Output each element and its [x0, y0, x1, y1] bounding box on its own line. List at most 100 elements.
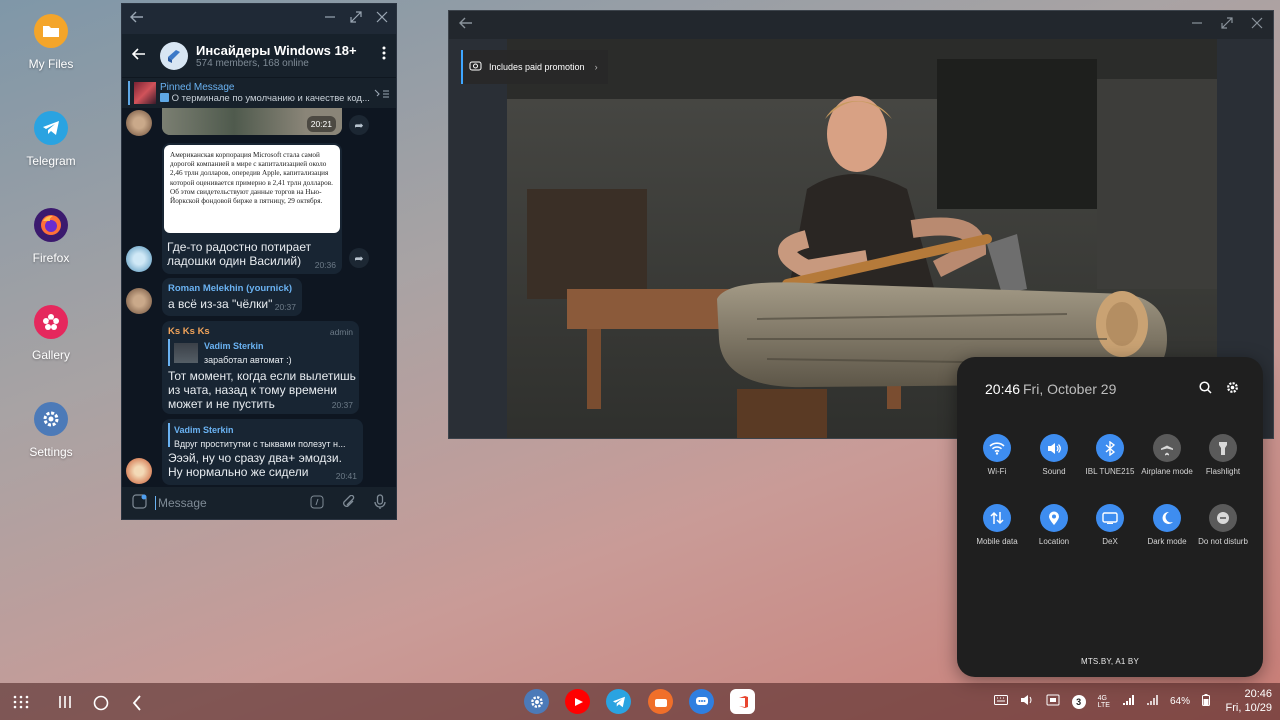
message-author[interactable]: Roman Melekhin (yournick)	[168, 282, 292, 296]
back-icon[interactable]	[132, 695, 142, 716]
taskbar-clock[interactable]: 20:46 Fri, 10/29	[1226, 687, 1272, 715]
user-avatar[interactable]	[126, 110, 152, 136]
window-titlebar[interactable]	[449, 11, 1273, 39]
tile-label: Sound	[1042, 467, 1066, 476]
taskbar-deliveryclub-icon[interactable]	[648, 689, 673, 714]
apps-grid-icon[interactable]	[13, 695, 29, 714]
reply-text: Вдруг проститутки с тыквами полезут н...	[174, 439, 346, 449]
user-avatar[interactable]	[126, 288, 152, 314]
sound-icon	[1040, 434, 1068, 462]
close-icon[interactable]	[376, 10, 388, 28]
pinned-message-bar[interactable]: Pinned Message О терминале по умолчанию …	[122, 77, 396, 108]
user-avatar[interactable]	[126, 246, 152, 272]
folder-icon	[34, 14, 68, 48]
window-titlebar[interactable]	[122, 4, 396, 34]
dnd-icon	[1209, 504, 1237, 532]
chevron-right-icon: ›	[594, 62, 598, 72]
paid-promotion-badge[interactable]: Includes paid promotion ›	[461, 50, 608, 84]
home-icon[interactable]	[93, 695, 109, 716]
message-input[interactable]: Message	[155, 496, 310, 510]
chat-avatar[interactable]	[160, 41, 188, 70]
message-bubble[interactable]: Ks Ks Ks admin Vadim Sterkin заработал а…	[162, 321, 359, 414]
clock-time: 20:46	[1244, 688, 1272, 700]
user-avatar[interactable]	[126, 458, 152, 484]
message-time: 20:21	[306, 116, 336, 132]
tile-bluetooth[interactable]: IBL TUNE215	[1082, 434, 1138, 477]
tile-airplane-mode[interactable]: Airplane mode	[1139, 434, 1195, 477]
maximize-icon[interactable]	[1221, 16, 1233, 34]
taskbar: 3 4G LTE 64% 20:46 Fri, 10/29	[0, 683, 1280, 720]
message-time: 20:37	[274, 302, 296, 312]
forward-icon[interactable]: ➦	[349, 115, 369, 135]
back-arrow-icon[interactable]	[459, 16, 473, 34]
command-icon[interactable]	[310, 495, 324, 512]
desktop-icon-label: My Files	[28, 57, 74, 71]
telegram-icon	[34, 111, 68, 145]
taskbar-youtube-icon[interactable]	[565, 689, 590, 714]
image-message[interactable]: 20:21	[162, 108, 342, 135]
taskbar-settings-icon[interactable]	[524, 689, 549, 714]
gear-icon[interactable]	[1226, 381, 1239, 399]
keyboard-icon[interactable]	[993, 695, 1008, 708]
tile-label: Flashlight	[1205, 467, 1241, 476]
sticker-icon[interactable]	[132, 494, 147, 512]
notification-count[interactable]: 3	[1071, 694, 1086, 709]
volume-icon[interactable]	[1020, 694, 1034, 709]
more-options-icon[interactable]	[382, 46, 386, 65]
admin-badge: admin	[329, 327, 353, 337]
flashlight-icon	[1209, 434, 1237, 462]
desktop-icon-gallery[interactable]: Gallery	[0, 305, 102, 362]
play-icon	[160, 93, 169, 102]
taskbar-telegram-icon[interactable]	[606, 689, 631, 714]
forward-icon[interactable]: ➦	[349, 248, 369, 268]
tile-label: Do not disturb	[1198, 537, 1248, 546]
tile-flashlight[interactable]: Flashlight	[1195, 434, 1251, 477]
tile-label: IBL TUNE215	[1085, 467, 1135, 476]
airplane-icon	[1153, 434, 1181, 462]
chat-title[interactable]: Инсайдеры Windows 18+	[196, 43, 357, 58]
desktop-icon-telegram[interactable]: Telegram	[0, 111, 102, 168]
attach-icon[interactable]	[342, 494, 356, 512]
reply-quote[interactable]: Vadim Sterkin Вдруг проститутки с тыквам…	[168, 423, 356, 449]
clock-date: Fri, 10/29	[1225, 702, 1272, 714]
message-list[interactable]: 20:21 ➦ Американская корпорация Microsof…	[122, 108, 396, 487]
microphone-icon[interactable]	[374, 494, 386, 512]
back-arrow-icon[interactable]	[131, 47, 146, 65]
tile-wifi[interactable]: Wi-Fi	[969, 434, 1025, 477]
tile-do-not-disturb[interactable]: Do not disturb	[1195, 504, 1251, 547]
promotion-icon	[469, 61, 482, 73]
taskbar-office-icon[interactable]	[730, 689, 755, 714]
minimize-icon[interactable]	[324, 10, 336, 28]
message-bubble[interactable]: Roman Melekhin (yournick) а всё из-за "ч…	[162, 278, 302, 316]
gear-icon	[34, 402, 68, 436]
screen-capture-icon[interactable]	[1046, 694, 1060, 709]
desktop-icon-settings[interactable]: Settings	[0, 402, 102, 459]
news-screenshot: Американская корпорация Microsoft стала …	[164, 145, 340, 233]
desktop-icon-firefox[interactable]: Firefox	[0, 208, 102, 265]
chat-members: 574 members, 168 online	[196, 57, 309, 69]
search-icon[interactable]	[1199, 381, 1212, 399]
back-arrow-icon[interactable]	[130, 10, 144, 28]
tile-mobile-data[interactable]: Mobile data	[969, 504, 1025, 547]
message-time: 20:41	[335, 471, 357, 481]
message-author[interactable]: Ks Ks Ks	[168, 325, 210, 339]
taskbar-messages-icon[interactable]	[689, 689, 714, 714]
minimize-icon[interactable]	[1191, 16, 1203, 34]
tile-location[interactable]: Location	[1026, 504, 1082, 547]
wifi-icon	[983, 434, 1011, 462]
message-bubble[interactable]: Американская корпорация Microsoft стала …	[162, 143, 342, 274]
desktop-icon-label: Gallery	[31, 348, 70, 362]
tile-dark-mode[interactable]: Dark mode	[1139, 504, 1195, 547]
tile-dex[interactable]: DeX	[1082, 504, 1138, 547]
panel-date[interactable]: Fri, October 29	[1023, 381, 1116, 397]
recent-apps-icon[interactable]	[58, 695, 72, 714]
tile-sound[interactable]: Sound	[1026, 434, 1082, 477]
pinned-text: О терминале по умолчанию и качестве код.…	[171, 93, 370, 104]
message-bubble[interactable]: Vadim Sterkin Вдруг проститутки с тыквам…	[162, 419, 363, 485]
battery-level[interactable]: 64%	[1170, 696, 1190, 707]
desktop-icon-my-files[interactable]: My Files	[0, 14, 102, 71]
close-icon[interactable]	[1251, 16, 1263, 34]
pinned-list-icon[interactable]	[374, 87, 390, 105]
maximize-icon[interactable]	[350, 10, 362, 28]
reply-quote[interactable]: Vadim Sterkin заработал автомат :)	[168, 339, 348, 366]
